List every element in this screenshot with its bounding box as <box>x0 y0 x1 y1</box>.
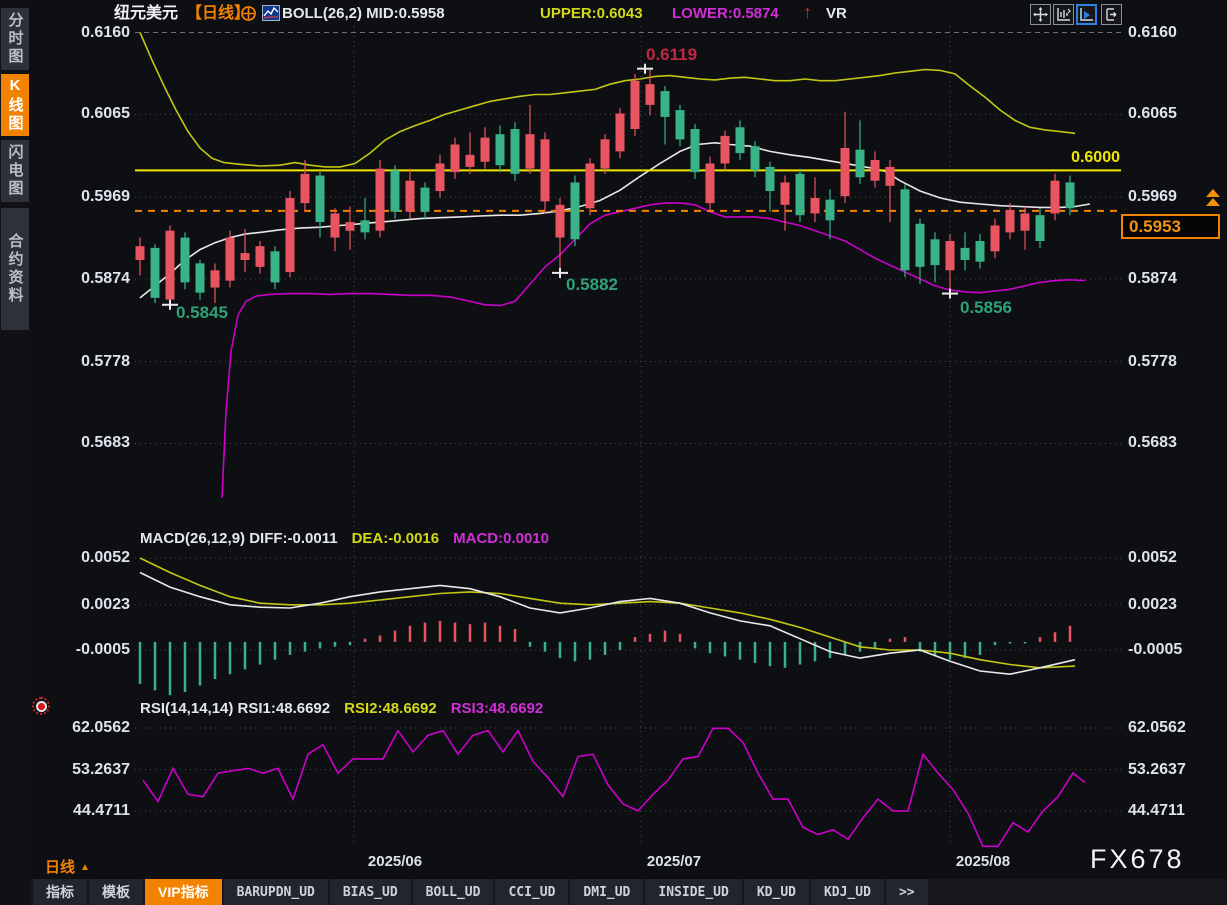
up-arrow-icon: ↑ <box>803 2 812 22</box>
axis-chart-active-icon[interactable] <box>1076 4 1097 25</box>
axis-tick: 0.5969 <box>30 188 130 206</box>
axis-tick: 0.6160 <box>1128 24 1177 42</box>
axis-tick: 53.2637 <box>30 761 130 779</box>
axis-tick: 44.4711 <box>1128 802 1185 820</box>
axis-tick: 62.0562 <box>1128 719 1186 737</box>
bottom-tab-8[interactable]: DMI_UD <box>570 879 643 905</box>
axis-tick: 0.5874 <box>1128 270 1177 288</box>
exit-chart-icon[interactable] <box>1101 4 1122 25</box>
price-up-marker-icon <box>1206 189 1220 206</box>
target-add-icon[interactable] <box>240 5 257 27</box>
bottom-tab-3[interactable]: VIP指标 <box>145 879 222 905</box>
bottom-tab-11[interactable]: KDJ_UD <box>811 879 884 905</box>
axis-tick: 53.2637 <box>1128 761 1186 779</box>
date-label: 2025/07 <box>647 853 701 870</box>
price-annotation: 0.6119 <box>646 45 697 65</box>
axis-tick: -0.0005 <box>1128 641 1182 659</box>
bottom-tab-5[interactable]: BIAS_UD <box>330 879 411 905</box>
rsi-header: RSI(14,14,14) RSI1:48.6692 RSI2:48.6692 RS… <box>140 700 543 717</box>
bottom-tab-1[interactable]: 指标 <box>33 879 87 905</box>
axis-tick: 0.6065 <box>1128 105 1177 123</box>
bottom-tab-9[interactable]: INSIDE_UD <box>645 879 741 905</box>
axis-tick: 0.5683 <box>30 434 130 452</box>
axis-tick: 0.6160 <box>30 24 130 42</box>
bottom-tab-10[interactable]: KD_UD <box>744 879 809 905</box>
axis-tick: 0.0052 <box>30 549 130 567</box>
sidebar-tab-1[interactable]: 分时图 <box>1 8 29 70</box>
axis-chart-icon[interactable] <box>1053 4 1074 25</box>
sidebar-tab-4[interactable]: 合约资料 <box>1 208 29 330</box>
period-dropdown[interactable]: 日线▲ <box>45 856 90 877</box>
macd-header: MACD(26,12,9) DIFF:-0.0011 DEA:-0.0016 MAC… <box>140 530 549 547</box>
date-label: 2025/08 <box>956 853 1010 870</box>
axis-tick: 0.0023 <box>30 596 130 614</box>
chevron-up-icon: ▲ <box>80 862 90 873</box>
price-annotation: 0.5856 <box>960 298 1012 318</box>
axis-tick: 0.6065 <box>30 105 130 123</box>
boll-upper-label: UPPER:0.6043 <box>540 4 643 24</box>
price-annotation: 0.5845 <box>176 303 228 323</box>
macd-macd-label: MACD:0.0010 <box>453 530 549 547</box>
price-chart-canvas[interactable] <box>0 0 1227 905</box>
crosshair-move-icon[interactable] <box>1030 4 1051 25</box>
axis-tick: 0.0023 <box>1128 596 1177 614</box>
rsi2-label: RSI2:48.6692 <box>344 700 437 717</box>
sidebar-tab-2[interactable]: K线图 <box>1 74 29 136</box>
sidebar-tab-3[interactable]: 闪电图 <box>1 140 29 202</box>
record-indicator-icon[interactable] <box>32 697 50 715</box>
price-annotation: 0.5882 <box>566 275 618 295</box>
macd-diff-label: MACD(26,12,9) DIFF:-0.0011 <box>140 530 338 547</box>
mini-chart-icon[interactable] <box>262 5 280 26</box>
axis-tick: 0.5683 <box>1128 434 1177 452</box>
axis-tick: -0.0005 <box>30 641 130 659</box>
axis-tick: 0.5778 <box>30 353 130 371</box>
axis-tick: 62.0562 <box>30 719 130 737</box>
vr-indicator-label[interactable]: VR <box>826 4 847 24</box>
bottom-tab-12[interactable]: >> <box>886 879 928 905</box>
bottom-tab-4[interactable]: BARUPDN_UD <box>224 879 328 905</box>
axis-tick: 44.4711 <box>30 802 130 820</box>
axis-tick: 0.0052 <box>1128 549 1177 567</box>
chart-type-sidebar: 分时图 K线图闪电图合约资料 <box>0 0 30 905</box>
boll-indicator-label: BOLL(26,2) MID:0.5958 <box>282 4 445 24</box>
watermark: FX678 <box>1090 844 1185 875</box>
date-label: 2025/06 <box>368 853 422 870</box>
boll-lower-label: LOWER:0.5874 <box>672 4 779 24</box>
current-price-box: 0.5953 <box>1121 214 1220 239</box>
indicator-tab-bar: 指标模板VIP指标BARUPDN_UDBIAS_UDBOLL_UDCCI_UDD… <box>30 879 1227 905</box>
trading-app-window: 分时图K线图闪电图合约资料 纽元美元 【日线】 BOLL(26,2) MID:0… <box>0 0 1227 905</box>
axis-tick: 0.5969 <box>1128 188 1177 206</box>
rsi3-label: RSI3:48.6692 <box>451 700 544 717</box>
axis-tick: 0.5874 <box>30 270 130 288</box>
axis-tick: 0.5778 <box>1128 353 1177 371</box>
symbol-title: 纽元美元 <box>114 4 178 24</box>
bottom-tab-6[interactable]: BOLL_UD <box>413 879 494 905</box>
price-level-label: 0.6000 <box>1038 149 1120 167</box>
bottom-tab-7[interactable]: CCI_UD <box>495 879 568 905</box>
rsi1-label: RSI(14,14,14) RSI1:48.6692 <box>140 700 330 717</box>
bottom-tab-2[interactable]: 模板 <box>89 879 143 905</box>
macd-dea-label: DEA:-0.0016 <box>352 530 440 547</box>
